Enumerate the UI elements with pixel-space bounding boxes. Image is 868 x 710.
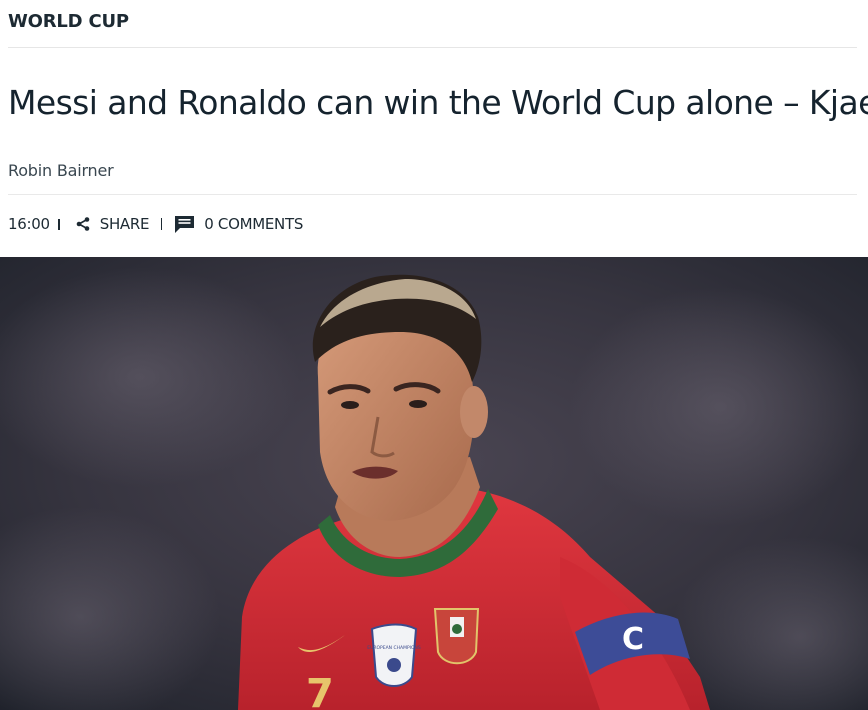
comment-icon [175,215,195,233]
hero-photo: C EUROPEAN CHAMPIONS 7 [0,257,868,710]
article-headline: Messi and Ronaldo can win the World Cup … [8,83,868,122]
section-link-world-cup[interactable]: WORLD CUP [8,11,129,32]
comments-label: 0 COMMENTS [204,215,304,233]
article-author[interactable]: Robin Bairner [8,161,114,180]
section-header: WORLD CUP [8,0,857,48]
share-icon [76,217,90,231]
divider [8,194,857,195]
meta-separator [161,218,163,230]
article-meta-bar: 16:00 SHARE 0 COMMENTS [8,212,303,236]
shirt-number: 7 [306,671,334,710]
armband-letter: C [622,622,644,657]
hero-image[interactable]: C EUROPEAN CHAMPIONS 7 [0,257,868,710]
share-button[interactable]: SHARE [76,215,150,233]
comments-button[interactable]: 0 COMMENTS [174,215,303,234]
meta-separator [57,218,60,230]
publish-time: 16:00 [8,215,50,233]
badge-text: EUROPEAN CHAMPIONS [367,645,421,651]
share-label: SHARE [99,215,150,233]
